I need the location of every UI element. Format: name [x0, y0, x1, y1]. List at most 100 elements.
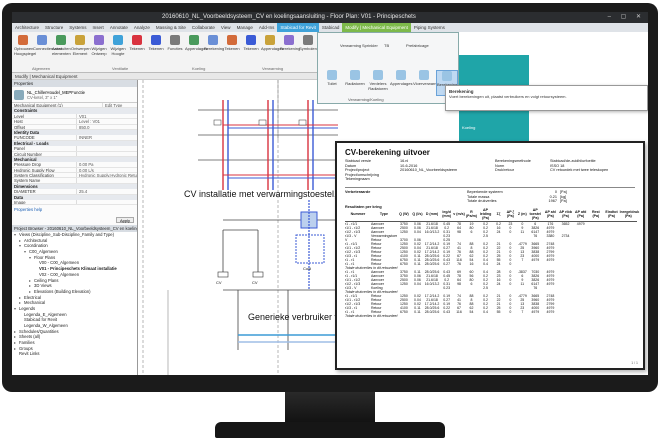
property-value[interactable]	[76, 178, 137, 183]
apply-button[interactable]: Apply	[116, 217, 134, 223]
ribbon-tab[interactable]: Structure	[42, 23, 66, 32]
ribbon-tab[interactable]: Analyze	[131, 23, 153, 32]
property-value[interactable]: 0.00 L/s	[76, 167, 137, 173]
ribbon-tab[interactable]: Add-Ins	[256, 23, 278, 32]
ribbon-tab[interactable]: Systems	[66, 23, 89, 32]
side-panel-tab[interactable]: Koeling	[462, 125, 475, 130]
results-column-header: Type	[370, 209, 397, 223]
flyout-button-icon	[373, 70, 383, 80]
ribbon-panel-label: Ventilatie	[112, 66, 129, 71]
tree-item-label: Architectural	[24, 237, 48, 243]
summary-unit: [Pa]	[560, 199, 567, 203]
ribbon-button[interactable]: Functies	[166, 35, 184, 52]
tree-item-label: Electrical	[24, 294, 41, 300]
results-cell: 28.0/25.6	[424, 310, 440, 315]
tree-item-label: Ceiling Plans	[34, 277, 59, 283]
properties-help-link[interactable]: Properties help	[12, 207, 76, 212]
property-value[interactable]: Level : V01	[76, 119, 137, 124]
results-column-header: Inregeldruk (Pa)	[619, 209, 639, 223]
flyout-button[interactable]: Vloerverwarming	[413, 70, 443, 87]
ribbon-tab[interactable]: Collaborate	[189, 23, 218, 32]
ribbon-tab[interactable]: Stabicad	[319, 23, 343, 32]
ribbon-button[interactable]: Berekening	[280, 35, 300, 52]
property-value[interactable]: 850.0	[76, 124, 137, 129]
flyout-button-icon	[396, 70, 406, 80]
flyout-top-button[interactable]: Sprinkler	[362, 43, 378, 48]
property-value[interactable]: 0.00 Pa	[76, 162, 137, 167]
tree-item-label: Families	[19, 340, 35, 346]
property-name: Pressure Drop	[14, 162, 41, 167]
ribbon-tab[interactable]: Manage	[234, 23, 256, 32]
ribbon-button[interactable]: Tekenen	[147, 35, 165, 52]
report-summary: Beperkende systeem 0 [Pa] Totale massa 0.21[…	[467, 190, 587, 204]
monitor-stand-neck	[285, 392, 375, 424]
property-value[interactable]	[76, 151, 137, 156]
ribbon-button[interactable]: Wijzigen Ontwerp	[90, 35, 108, 56]
ribbon-button[interactable]: Tekenen	[242, 35, 260, 52]
report-page-number: 1 / 1	[631, 361, 638, 365]
ribbon-button-icon	[284, 35, 294, 45]
ribbon-button[interactable]: Tekenen	[128, 35, 146, 52]
property-value[interactable]: INNER	[76, 135, 137, 140]
ribbon-tab[interactable]: Modify | Mechanical Equipment	[342, 23, 411, 32]
property-value[interactable]: V01	[76, 113, 137, 119]
ribbon-button[interactable]: Berekening	[204, 35, 224, 52]
ribbon-button[interactable]: Opbouwen Hoogspiegel	[14, 35, 36, 56]
flyout-button[interactable]: Radiatoren	[344, 70, 366, 87]
ribbon-tab[interactable]: Massing & Site	[153, 23, 189, 32]
ribbon-tab[interactable]: View	[218, 23, 234, 32]
ribbon-button-icon	[113, 35, 123, 45]
tree-item-label: V01 - Principeschets Klimaat installatie	[39, 266, 117, 272]
flyout-top-button[interactable]: Prefabricage	[406, 43, 429, 48]
report-meta-cell	[550, 177, 640, 182]
flyout-button[interactable]: Verdelers Radiatoren	[367, 70, 389, 91]
ribbon-button-label: Tekenen	[148, 46, 164, 51]
ribbon-button-icon	[170, 35, 180, 45]
window-controls[interactable]: – ▢ ✕	[608, 12, 645, 23]
results-cell: 16.0/13.2	[424, 230, 440, 235]
edit-type-button[interactable]: Edit Type	[102, 103, 137, 108]
flyout-button[interactable]: Appendages	[390, 70, 412, 87]
property-name: Circuit Number	[14, 151, 42, 156]
modify-context-bar: Modify | Mechanical Equipment	[12, 73, 317, 80]
property-value[interactable]: Hydronic Supply,Hydronic Return	[76, 173, 137, 178]
property-name: System Name	[14, 178, 41, 183]
ribbon-button-label: Tekenen	[129, 46, 145, 51]
browser-tree-item[interactable]: Revit Links	[12, 351, 137, 357]
ribbon-button[interactable]: Tekenen	[223, 35, 241, 52]
property-name: System Classification	[14, 173, 54, 178]
type-selector[interactable]: NL_ChillerHoudel_MEPFunctie CV-ketel, 3"…	[12, 87, 137, 103]
ribbon-button[interactable]: Symbolen	[299, 35, 317, 52]
tree-item-label: Views (Discipline_Sub-Discipline_Family …	[19, 232, 115, 237]
ribbon-button[interactable]: Appendages	[261, 35, 283, 52]
property-name: Image	[14, 200, 26, 205]
ribbon-tab-stabicad[interactable]: Stabicad for Revit	[277, 23, 319, 32]
ribbon-button[interactable]: Ontwerpen Element	[71, 35, 91, 56]
ribbon-button-label: Ontwerpen Element	[71, 46, 91, 56]
property-value[interactable]	[76, 146, 137, 151]
ribbon-button[interactable]: Appendages	[185, 35, 207, 52]
ribbon-tab[interactable]: Piping Systems	[411, 23, 448, 32]
ribbon-button[interactable]: Aansluiten elementen	[52, 35, 71, 56]
stabicad-flyout-panel: Verwarming Sprinkler TB Prefabricage Verwar…	[317, 32, 459, 104]
ribbon-panel-label: Algemeen	[32, 66, 51, 71]
ribbon-tab[interactable]: Annotate	[107, 23, 131, 32]
flyout-top-button[interactable]: Verwarming	[340, 43, 361, 48]
results-row: Totale drukverlies in dit retourdeel	[345, 314, 637, 318]
property-value[interactable]	[76, 200, 137, 205]
type-name: NL_ChillerHoudel_MEPFunctie	[27, 89, 85, 95]
results-column-header: Q (l/s)	[410, 209, 424, 223]
ribbon-tab[interactable]: Insert	[90, 23, 107, 32]
ribbon-button-icon	[75, 35, 85, 45]
flyout-top-button[interactable]: TB	[384, 43, 389, 48]
flyout-button-icon	[350, 70, 360, 80]
results-column-header: Nummer	[345, 209, 371, 223]
report-meta-cell	[495, 177, 550, 182]
ribbon-button[interactable]: Wijzigen Hoogte	[109, 35, 127, 56]
revit-window: 20160610_NL_Voorbeeldsysteem_CV en koeli…	[12, 12, 648, 375]
ribbon-tab[interactable]: Architecture	[12, 23, 42, 32]
property-value[interactable]: 25.4	[76, 189, 137, 194]
tree-item-label: 3D Views	[34, 283, 52, 289]
ribbon-button[interactable]: Connectiemaker	[33, 35, 62, 52]
flyout-button[interactable]: Toilet	[321, 70, 343, 87]
